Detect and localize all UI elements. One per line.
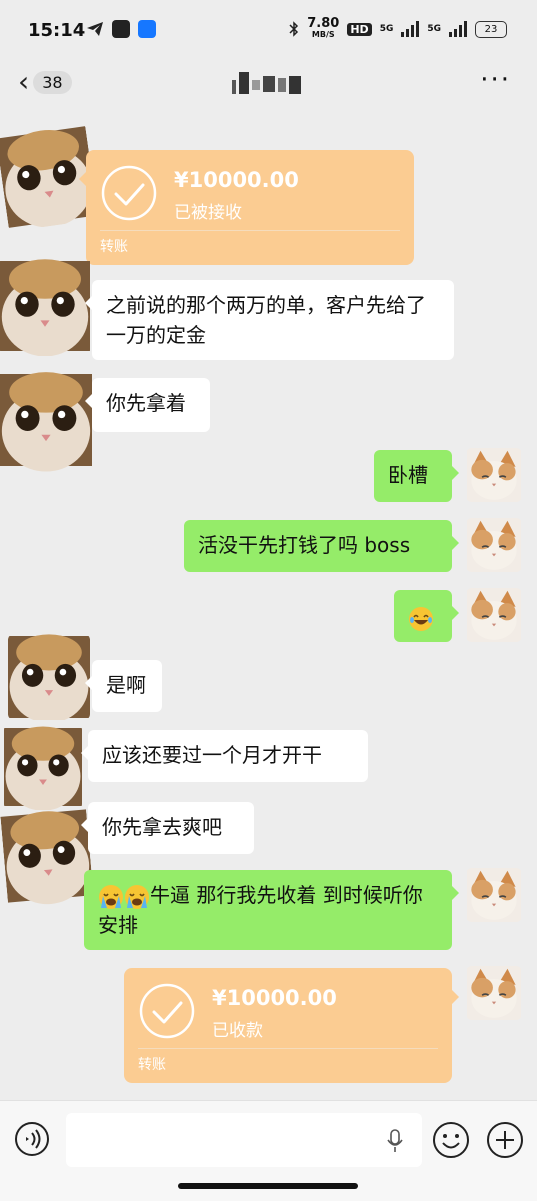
crying-emoji-icon: [98, 884, 124, 910]
message-bubble[interactable]: 你先拿去爽吧: [81, 802, 254, 854]
check-circle-icon: [100, 164, 158, 222]
speed-value: 7.80: [307, 16, 340, 31]
input-bar: [0, 1100, 537, 1201]
transfer-status: 已收款: [212, 1021, 263, 1041]
message-text: 你先拿去爽吧: [102, 815, 222, 839]
battery-icon: 23: [475, 20, 507, 38]
network-type-2: 5G: [427, 24, 441, 34]
transfer-kind-label: 转账: [138, 1057, 166, 1073]
hd-badge: HD: [347, 22, 372, 36]
signal-bars-icon: [401, 21, 420, 37]
chevron-left-icon: ‹: [18, 65, 30, 98]
status-time: 15:14: [28, 20, 86, 41]
voice-mode-icon[interactable]: [14, 1121, 50, 1157]
transfer-amount: ¥10000.00: [174, 168, 299, 192]
emoji-smile-icon[interactable]: [432, 1121, 470, 1159]
message-bubble[interactable]: 是啊: [85, 660, 162, 712]
speed-unit: MB/S: [311, 30, 335, 39]
crying-emoji-icon: [124, 884, 150, 910]
message-text: 之前说的那个两万的单，客户先给了一万的定金: [106, 293, 426, 347]
notification-icons: [86, 20, 156, 38]
message-text: 卧槽: [388, 463, 428, 487]
more-options-button[interactable]: ···: [480, 67, 511, 93]
transfer-kind-label: 转账: [100, 239, 128, 255]
message-bubble[interactable]: 之前说的那个两万的单，客户先给了一万的定金: [85, 280, 454, 360]
transfer-divider: [138, 1048, 438, 1049]
status-bar: 15:14 7.80 MB/S HD 5G 5G 23: [0, 0, 537, 60]
message-text: 你先拿着: [106, 391, 186, 415]
contact-avatar[interactable]: [4, 724, 82, 810]
message-input[interactable]: [66, 1113, 422, 1167]
self-avatar[interactable]: [466, 868, 522, 922]
self-avatar[interactable]: [466, 966, 522, 1020]
mail-app-icon: [112, 20, 130, 38]
message-text: 应该还要过一个月才开干: [102, 743, 322, 767]
transfer-status: 已被接收: [174, 203, 242, 223]
network-speed: 7.80 MB/S: [307, 16, 340, 40]
chat-header: ‹ 38 ···: [0, 60, 537, 110]
back-button[interactable]: ‹ 38: [18, 68, 72, 96]
self-avatar[interactable]: [466, 588, 522, 642]
message-bubble-self[interactable]: 活没干先打钱了吗 boss: [184, 520, 459, 572]
home-indicator[interactable]: [178, 1183, 358, 1189]
app-notification-icon: [138, 20, 156, 38]
contact-avatar[interactable]: [0, 362, 92, 478]
message-bubble-self[interactable]: 卧槽: [374, 450, 459, 502]
bluetooth-icon: [289, 21, 299, 37]
chat-title-redacted: [232, 72, 304, 98]
microphone-icon[interactable]: [386, 1129, 404, 1153]
network-type-1: 5G: [379, 24, 394, 34]
telegram-icon: [87, 22, 103, 36]
message-bubble-self[interactable]: [394, 590, 459, 642]
transfer-card-self[interactable]: ¥10000.00 已收款 转账: [124, 968, 459, 1083]
message-bubble[interactable]: 应该还要过一个月才开干: [81, 730, 368, 782]
message-bubble-self[interactable]: 牛逼 那行我先收着 到时候听你安排: [84, 870, 459, 950]
plus-icon[interactable]: [486, 1121, 524, 1159]
self-avatar[interactable]: [466, 518, 522, 572]
contact-avatar[interactable]: [8, 634, 90, 720]
contact-avatar[interactable]: [0, 256, 90, 356]
unread-count-badge: 38: [33, 70, 72, 94]
transfer-divider: [100, 230, 400, 231]
signal-bars-icon-2: [449, 21, 467, 37]
laughing-tears-emoji-icon: [408, 606, 434, 632]
status-indicators: 7.80 MB/S HD 5G 5G 23: [289, 16, 507, 40]
transfer-amount: ¥10000.00: [212, 986, 337, 1010]
self-avatar[interactable]: [466, 448, 522, 502]
check-circle-icon: [138, 982, 196, 1040]
message-text: 是啊: [106, 673, 146, 697]
message-text: 活没干先打钱了吗 boss: [198, 533, 411, 557]
transfer-card[interactable]: ¥10000.00 已被接收 转账: [79, 150, 414, 265]
message-bubble[interactable]: 你先拿着: [85, 378, 210, 432]
